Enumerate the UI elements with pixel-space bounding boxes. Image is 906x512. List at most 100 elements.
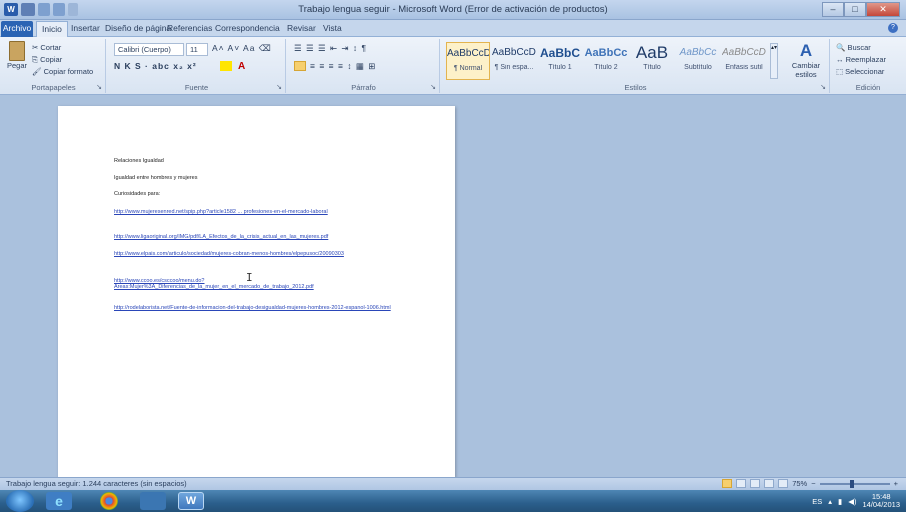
font-format-tools[interactable]: N K S · abc x₂ x²	[114, 61, 197, 71]
clock[interactable]: 15:48 14/04/2013	[862, 493, 900, 509]
tab-vista[interactable]: Vista	[318, 21, 347, 37]
style-enfasis-sutil[interactable]: AaBbCcDc Énfasis sutil	[722, 42, 766, 80]
change-styles-label: Cambiar estilos	[791, 61, 821, 79]
style-name: Énfasis sutil	[725, 64, 763, 71]
paragraph-list-tools[interactable]: ☰ ☰ ☰ ⇤ ⇥ ↕ ¶	[294, 43, 367, 54]
copy-label: Copiar	[40, 55, 63, 64]
change-styles-icon: A	[799, 41, 813, 60]
style-sample: AaBbCcDc	[722, 47, 766, 58]
style-titulo-1[interactable]: AaBbC Título 1	[538, 42, 582, 80]
doc-link-1[interactable]: http://www.mujeresenred.net/spip.php?art…	[114, 209, 404, 215]
editing-group-label: Edición	[855, 83, 881, 92]
status-word-count[interactable]: Trabajo lengua seguir: 1.244 caracteres …	[6, 479, 187, 488]
chrome-icon[interactable]	[100, 492, 118, 510]
paste-label: Pegar	[6, 61, 27, 70]
system-tray: ES ▴ ▮ ◀) 15:48 14/04/2013	[812, 493, 900, 509]
style-normal[interactable]: AaBbCcDc ¶ Normal	[446, 42, 490, 80]
style-titulo-2[interactable]: AaBbCc Título 2	[584, 42, 628, 80]
tray-arrow-icon[interactable]: ▴	[828, 497, 832, 506]
draft-view-icon[interactable]	[778, 479, 789, 488]
internet-explorer-icon[interactable]: e	[46, 492, 72, 510]
doc-link-5[interactable]: http://rodelaborista.net/Fuente-de-infor…	[114, 305, 404, 311]
font-size-combo[interactable]: 11	[186, 43, 208, 56]
replace-label: Reemplazar	[845, 55, 887, 64]
font-size-tools[interactable]: A˄ A˅ Aa ⌫	[212, 43, 272, 54]
window-controls: – □ ✕	[822, 2, 900, 17]
find-button[interactable]: 🔍 Buscar	[836, 43, 871, 52]
styles-scroll-icon[interactable]: ▴▾	[770, 43, 778, 79]
doc-line-subtitle: Igualdad entre hombres y mujeres	[114, 175, 198, 181]
tab-inicio[interactable]: Inicio	[36, 21, 68, 37]
tab-insertar[interactable]: Insertar	[66, 21, 105, 37]
tab-archivo[interactable]: Archivo	[1, 21, 33, 37]
paste-button[interactable]: Pegar	[6, 41, 28, 70]
style-titulo[interactable]: AaB Título	[630, 42, 674, 80]
status-view-controls: 75% − +	[722, 479, 898, 488]
styles-group-label: Estilos	[624, 83, 647, 92]
maximize-button[interactable]: □	[844, 2, 866, 17]
doc-link-4[interactable]: http://www.ccoo.es/csccoo/menu.do?Areas:…	[114, 278, 404, 290]
font-group: Calibri (Cuerpo) 11 A˄ A˅ Aa ⌫ N K S · a…	[108, 39, 286, 93]
replace-button[interactable]: ↔ Reemplazar	[836, 55, 886, 64]
paragraph-align-tools[interactable]: ≡ ≡ ≡ ≡ ↕ ▦ ⊞	[310, 61, 376, 72]
full-screen-view-icon[interactable]	[736, 479, 747, 488]
network-icon[interactable]: ▮	[838, 497, 842, 506]
font-group-label: Fuente	[184, 83, 209, 92]
format-painter-button[interactable]: 🖌 Copiar formato	[32, 67, 93, 76]
doc-link-2[interactable]: http://www.ligaoriginal.org/IMG/pdf/LA_E…	[114, 234, 328, 240]
close-button[interactable]: ✕	[866, 2, 900, 17]
style-sample: AaBbCc	[679, 47, 717, 58]
font-launcher-icon[interactable]: ↘	[276, 83, 282, 91]
paste-icon	[9, 41, 25, 61]
style-sin-espaciado[interactable]: AaBbCcDc ¶ Sin espa...	[492, 42, 536, 80]
style-sample: AaBbC	[539, 46, 580, 60]
tab-correspondencia[interactable]: Correspondencia	[210, 21, 285, 37]
print-layout-view-icon[interactable]	[722, 479, 733, 488]
zoom-in-button[interactable]: +	[894, 479, 898, 488]
minimize-button[interactable]: –	[822, 2, 844, 17]
style-sample: AaB	[635, 43, 669, 62]
doc-link-3[interactable]: http://www.elpais.com/articulo/sociedad/…	[114, 251, 404, 257]
ribbon-tabs: Archivo Inicio Insertar Diseño de página…	[0, 20, 906, 37]
style-name: Título	[643, 64, 661, 71]
media-app-icon[interactable]	[140, 492, 166, 510]
style-sample: AaBbCcDc	[492, 47, 536, 58]
editing-group: 🔍 Buscar ↔ Reemplazar ⬚ Seleccionar Edic…	[832, 39, 904, 93]
zoom-slider-thumb[interactable]	[849, 479, 854, 488]
status-bar: Trabajo lengua seguir: 1.244 caracteres …	[0, 477, 906, 490]
tab-revisar[interactable]: Revisar	[282, 21, 321, 37]
document-page[interactable]: Relaciones Igualdad Igualdad entre hombr…	[58, 106, 455, 478]
zoom-slider[interactable]	[819, 479, 890, 488]
copy-button[interactable]: ⎘ Copiar	[32, 55, 62, 65]
volume-icon[interactable]: ◀)	[848, 497, 856, 506]
style-subtitulo[interactable]: AaBbCc Subtítulo	[676, 42, 720, 80]
zoom-level[interactable]: 75%	[792, 479, 807, 488]
doc-line-heading: Curiosidades para:	[114, 191, 161, 197]
web-layout-view-icon[interactable]	[750, 479, 761, 488]
font-name-combo[interactable]: Calibri (Cuerpo)	[114, 43, 184, 56]
clipboard-launcher-icon[interactable]: ↘	[96, 83, 102, 91]
find-label: Buscar	[847, 43, 871, 52]
text-cursor-icon: I	[246, 271, 253, 284]
window-title: Trabajo lengua seguir - Microsoft Word (…	[298, 4, 608, 15]
start-button-icon[interactable]	[6, 490, 34, 512]
zoom-out-button[interactable]: −	[811, 479, 815, 488]
cut-label: Cortar	[40, 43, 62, 52]
style-name: ¶ Normal	[453, 65, 483, 72]
highlight-color-icon[interactable]	[220, 61, 232, 71]
style-name: Título 2	[594, 64, 618, 71]
change-styles-button[interactable]: A Cambiar estilos	[786, 41, 826, 79]
cut-button[interactable]: ✂ Cortar	[32, 43, 61, 52]
select-button[interactable]: ⬚ Seleccionar	[836, 67, 884, 76]
font-color-icon[interactable]: A	[238, 61, 245, 72]
word-taskbar-icon[interactable]: W	[178, 492, 204, 510]
help-icon[interactable]: ?	[888, 23, 898, 33]
align-left-icon[interactable]	[294, 61, 306, 71]
language-indicator[interactable]: ES	[812, 497, 822, 506]
styles-group: AaBbCcDc ¶ Normal AaBbCcDc ¶ Sin espa...…	[442, 39, 830, 93]
paragraph-launcher-icon[interactable]: ↘	[430, 83, 436, 91]
clipboard-group: Pegar ✂ Cortar ⎘ Copiar 🖌 Copiar formato…	[2, 39, 106, 93]
outline-view-icon[interactable]	[764, 479, 775, 488]
styles-launcher-icon[interactable]: ↘	[820, 83, 826, 91]
clock-date: 14/04/2013	[862, 500, 900, 509]
